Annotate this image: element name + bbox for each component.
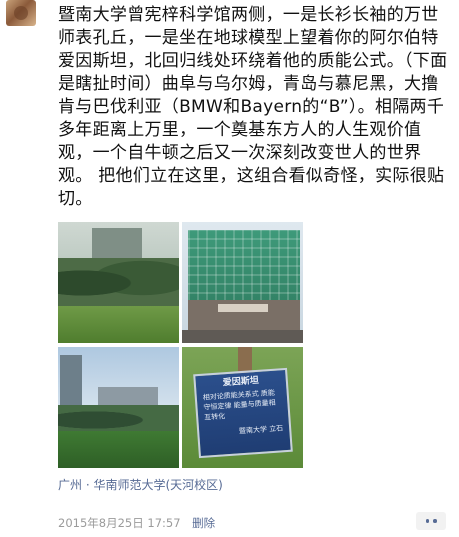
photo-grid: 爱因斯坦 相对论质能关系式 质能守恒定律 能量与质量相互转化 暨南大学 立石 [58, 222, 306, 468]
photo-einstein-plaque[interactable]: 爱因斯坦 相对论质能关系式 质能守恒定律 能量与质量相互转化 暨南大学 立石 [182, 347, 303, 468]
photo-science-building[interactable] [182, 222, 303, 343]
post-footer: 2015年8月25日 17:57 删除 [58, 514, 215, 532]
location-link[interactable]: 广州 · 华南师范大学(天河校区) [58, 476, 223, 493]
post-text: 暨南大学曾宪梓科学馆两侧，一是长衫长袖的万世师表孔丘，一是坐在地球模型上望着你的… [58, 5, 448, 209]
dot-icon [425, 519, 429, 523]
photo-campus-lawn[interactable] [58, 222, 179, 343]
post-timestamp: 2015年8月25日 17:57 [58, 516, 181, 530]
more-options-button[interactable] [416, 512, 446, 530]
delete-link[interactable]: 删除 [192, 516, 215, 530]
plaque-image: 爱因斯坦 相对论质能关系式 质能守恒定律 能量与质量相互转化 暨南大学 立石 [193, 367, 293, 459]
user-avatar[interactable] [6, 0, 36, 26]
photo-campus-buildings[interactable] [58, 347, 179, 468]
plaque-body: 相对论质能关系式 质能守恒定律 能量与质量相互转化 [202, 388, 276, 422]
plaque-footer: 暨南大学 立石 [238, 424, 284, 436]
dot-icon [433, 519, 437, 523]
